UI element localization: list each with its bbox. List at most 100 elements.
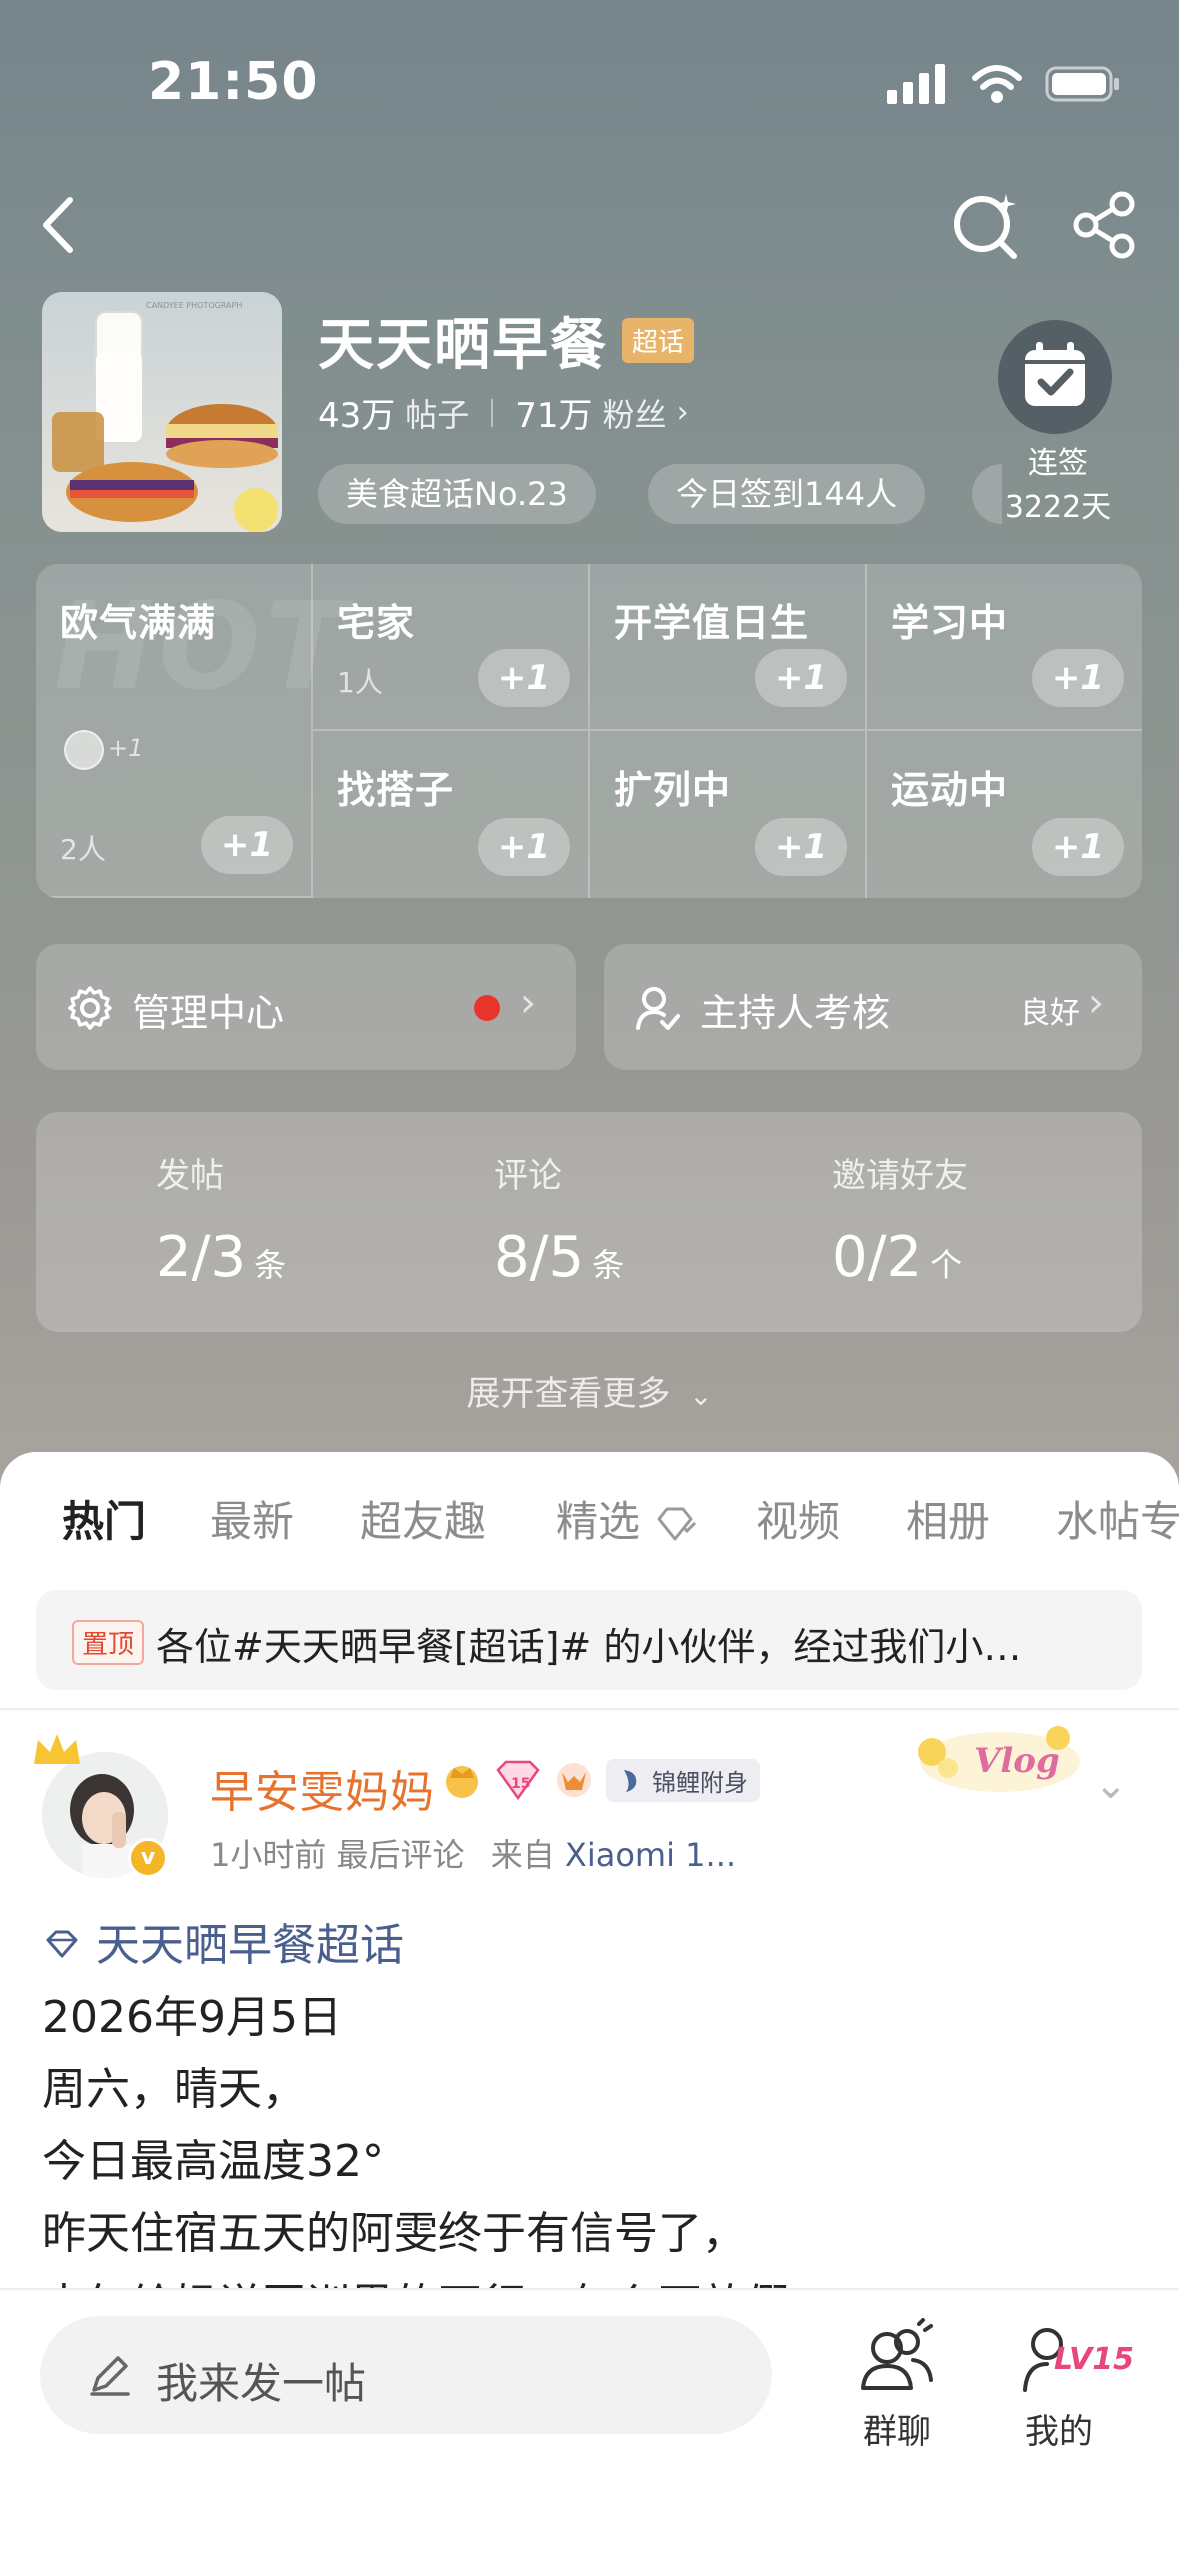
vlog-sticker: Vlog bbox=[918, 1726, 1080, 1792]
compose-post-input[interactable]: 我来发一帖 bbox=[40, 2316, 772, 2434]
admin-center-label: 管理中心 bbox=[132, 991, 285, 1035]
group-chat-icon bbox=[861, 2318, 933, 2390]
topic-cover-image[interactable]: CANDYEE PHOTOGRAPH bbox=[42, 292, 282, 532]
level-badge-text: 15 bbox=[511, 1776, 530, 1792]
group-cell-zhaijia[interactable]: 宅家 1人 +1 bbox=[313, 564, 590, 731]
tab-video[interactable]: 视频 bbox=[756, 1488, 840, 1549]
task-invite[interactable]: 邀请好友 0/2 个 bbox=[832, 1148, 968, 1290]
tab-featured-label: 精选 bbox=[556, 1497, 641, 1546]
post-body[interactable]: 天天晒早餐超话 2026年9月5日 周六，晴天， 今日最高温度32° 昨天住宿五… bbox=[42, 1910, 1142, 2342]
post-line: 周六，晴天， bbox=[42, 2064, 306, 2115]
task-value: 8/5 bbox=[494, 1225, 585, 1290]
task-post[interactable]: 发帖 2/3 条 bbox=[156, 1148, 286, 1290]
task-comment[interactable]: 评论 8/5 条 bbox=[494, 1148, 624, 1290]
post-line: 2026年9月5日 bbox=[42, 1992, 342, 2043]
post-meta: 1小时前 最后评论 来自 Xiaomi 1... bbox=[210, 1830, 736, 1876]
posts-label: 帖子 bbox=[405, 395, 470, 434]
pinned-text: 各位#天天晒早餐[超话]# 的小伙伴，经过我们小… bbox=[156, 1625, 1022, 1669]
rank-pill[interactable]: 美食超话No.23 bbox=[318, 464, 596, 524]
chevron-right-icon: › bbox=[676, 395, 689, 430]
mine-button[interactable]: LV15 我的 bbox=[994, 2318, 1134, 2453]
join-button[interactable]: +1 bbox=[1032, 818, 1124, 876]
group-chat-button[interactable]: 群聊 bbox=[832, 2318, 962, 2453]
group-cell-zhiri[interactable]: 开学值日生 +1 bbox=[590, 564, 867, 731]
host-review-card[interactable]: 主持人考核 良好 › bbox=[604, 944, 1142, 1070]
level-badge-icon: 15 bbox=[496, 1760, 540, 1801]
topic-title: 天天晒早餐 bbox=[318, 313, 608, 378]
expand-more-button[interactable]: 展开查看更多 ⌄ bbox=[0, 1366, 1179, 1415]
topic-title-row: 天天晒早餐 超话 bbox=[318, 300, 695, 381]
join-button[interactable]: +1 bbox=[755, 649, 847, 707]
join-button[interactable]: +1 bbox=[478, 818, 570, 876]
divider bbox=[0, 1708, 1179, 1710]
checkin-days: 3222天 bbox=[1004, 490, 1112, 525]
group-cell-dazi[interactable]: 找搭子 +1 bbox=[313, 731, 590, 898]
task-value: 2/3 bbox=[156, 1225, 247, 1290]
host-status: 良好 bbox=[1020, 996, 1080, 1031]
group-name: 欧气满满 bbox=[60, 601, 217, 645]
task-label: 评论 bbox=[494, 1156, 562, 1196]
koi-badge-text: 锦鲤附身 bbox=[652, 1768, 748, 1797]
wifi-icon bbox=[972, 65, 1022, 103]
super-topic-badge: 超话 bbox=[622, 318, 695, 363]
join-button[interactable]: +1 bbox=[478, 649, 570, 707]
user-badges: 15 锦鲤附身 bbox=[440, 1758, 760, 1802]
tab-album[interactable]: 相册 bbox=[906, 1488, 990, 1549]
post-source[interactable]: Xiaomi 1... bbox=[565, 1836, 736, 1874]
crown-icon bbox=[34, 1734, 80, 1764]
tab-featured[interactable]: 精选 bbox=[556, 1488, 697, 1549]
share-icon[interactable] bbox=[1068, 188, 1142, 262]
chevron-down-icon[interactable]: ⌄ bbox=[1094, 1762, 1128, 1808]
join-button[interactable]: +1 bbox=[1032, 649, 1124, 707]
checkin-text: 连签 bbox=[1028, 446, 1088, 481]
task-value: 0/2 bbox=[832, 1225, 923, 1290]
mine-label: 我的 bbox=[1025, 2412, 1093, 2452]
fish-icon bbox=[624, 1770, 637, 1792]
tab-latest[interactable]: 最新 bbox=[210, 1488, 294, 1549]
signal-icon bbox=[887, 64, 945, 104]
pinned-post[interactable]: 置顶 各位#天天晒早餐[超话]# 的小伙伴，经过我们小… bbox=[36, 1590, 1142, 1690]
back-arrow-icon[interactable] bbox=[26, 190, 96, 260]
post-line: 今日最高温度32° bbox=[42, 2136, 384, 2187]
tab-hot[interactable]: 热门 bbox=[62, 1488, 146, 1549]
admin-center-card[interactable]: 管理中心 › bbox=[36, 944, 576, 1070]
topic-link[interactable]: 天天晒早餐超话 bbox=[42, 1910, 1142, 1982]
join-button[interactable]: +1 bbox=[201, 816, 293, 874]
group-cell-study[interactable]: 学习中 +1 bbox=[867, 564, 1142, 731]
checkin-count-pill[interactable]: 今日签到144人 bbox=[648, 464, 926, 524]
status-time: 21:50 bbox=[148, 52, 319, 112]
tab-fun[interactable]: 超友趣 bbox=[360, 1488, 486, 1549]
level-label: LV15 bbox=[1054, 2342, 1134, 2377]
group-count: 2人 bbox=[60, 833, 106, 866]
calendar-check-icon bbox=[1025, 342, 1085, 406]
expand-label: 展开查看更多 bbox=[466, 1374, 671, 1414]
search-icon[interactable] bbox=[950, 188, 1024, 262]
group-name: 运动中 bbox=[891, 768, 1009, 812]
diamond-icon bbox=[657, 1507, 697, 1540]
vlog-sticker-text: Vlog bbox=[974, 1741, 1060, 1781]
verified-icon: v bbox=[128, 1838, 168, 1878]
topic-stats[interactable]: 43万 帖子 71万 粉丝 › bbox=[318, 388, 689, 437]
diamond-link-icon bbox=[46, 1930, 78, 1958]
koi-badge: 锦鲤附身 bbox=[606, 1758, 760, 1802]
notification-dot bbox=[474, 995, 500, 1021]
join-button[interactable]: +1 bbox=[755, 818, 847, 876]
group-cell-kuolie[interactable]: 扩列中 +1 bbox=[590, 731, 867, 898]
task-label: 邀请好友 bbox=[832, 1156, 968, 1196]
status-icons bbox=[887, 64, 1121, 104]
task-unit: 个 bbox=[930, 1246, 963, 1284]
post-last-comment: 最后评论 bbox=[336, 1836, 465, 1874]
posts-count: 43万 bbox=[318, 396, 396, 436]
username[interactable]: 早安雯妈妈 bbox=[210, 1756, 435, 1820]
group-count: 1人 bbox=[337, 666, 383, 699]
chevron-right-icon: › bbox=[520, 980, 536, 1026]
checkin-button[interactable] bbox=[998, 320, 1112, 434]
task-unit: 条 bbox=[592, 1246, 625, 1284]
group-name: 开学值日生 bbox=[614, 601, 810, 645]
group-cell-sport[interactable]: 运动中 +1 bbox=[867, 731, 1142, 898]
chevron-right-icon: › bbox=[1088, 980, 1104, 1026]
tab-water[interactable]: 水帖专 bbox=[1056, 1488, 1179, 1549]
host-review-label: 主持人考核 bbox=[700, 991, 891, 1035]
group-name: 扩列中 bbox=[614, 768, 732, 812]
group-cell-oqi[interactable]: HOT 欧气满满 +1 2人 +1 bbox=[36, 564, 346, 898]
